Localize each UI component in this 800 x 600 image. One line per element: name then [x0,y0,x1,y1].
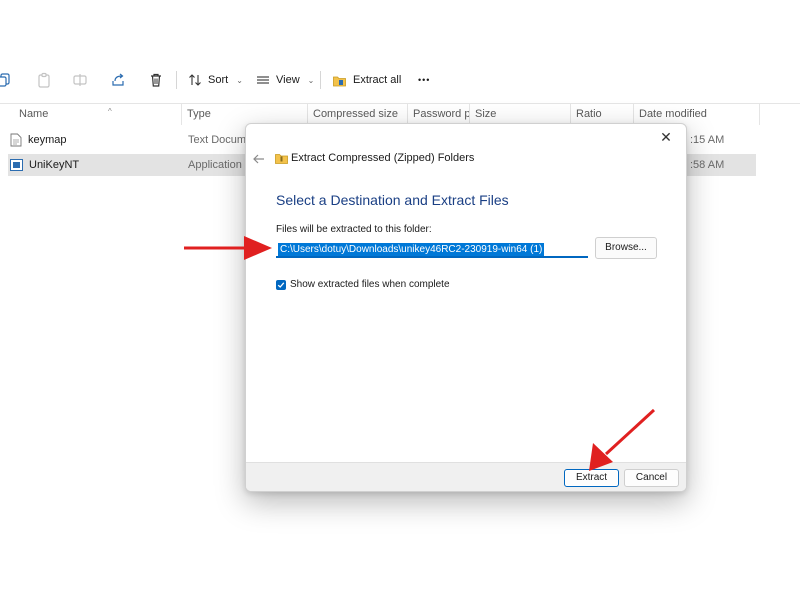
more-options-button[interactable]: ••• [418,69,430,91]
chevron-down-icon: ⌄ [307,75,315,85]
column-password-protected[interactable]: Password p... [408,103,470,125]
dialog-footer: Extract Cancel [246,462,686,491]
chevron-down-icon: ⌄ [236,75,243,85]
column-type[interactable]: Type [182,103,308,125]
browse-button[interactable]: Browse... [595,237,657,259]
file-type: Application [188,159,242,171]
destination-path-value: C:\Users\dotuy\Downloads\unikey46RC2-230… [278,243,545,256]
destination-label: Files will be extracted to this folder: [276,224,432,235]
view-label: View [276,74,300,86]
share-icon [112,73,124,86]
rename-button[interactable] [72,69,88,91]
column-header: Name ^ Type Compressed size Password p..… [0,103,800,125]
column-ratio[interactable]: Ratio [571,103,634,125]
copy-button[interactable] [0,69,12,91]
checkmark-icon [277,281,285,288]
sort-label: Sort [208,74,229,86]
extract-all-button[interactable]: Extract all [332,69,401,91]
file-name: UniKeyNT [29,159,80,171]
view-button[interactable]: View ⌄ [256,69,314,91]
delete-button[interactable] [148,69,164,91]
file-name: keymap [28,134,67,146]
show-files-option[interactable]: Show extracted files when complete [276,279,450,290]
sort-ascending-icon: ^ [108,107,112,116]
file-date: :58 AM [690,159,725,171]
paste-button[interactable] [36,69,52,91]
file-date: :15 AM [690,134,725,146]
delete-icon [151,73,161,87]
copy-icon [0,73,10,87]
back-arrow-icon[interactable] [252,152,266,166]
sort-icon [189,74,201,86]
zip-folder-icon [275,154,288,164]
close-icon[interactable]: ✕ [658,130,674,146]
show-files-label: Show extracted files when complete [290,279,450,290]
extract-dialog: ✕ Extract Compressed (Zipped) Folders Se… [245,123,687,492]
share-button[interactable] [110,69,126,91]
column-size[interactable]: Size [470,103,571,125]
application-icon [10,159,23,171]
sort-button[interactable]: Sort ⌄ [188,69,243,91]
column-name[interactable]: Name ^ [14,103,182,125]
column-date-modified[interactable]: Date modified [634,103,760,125]
cancel-button[interactable]: Cancel [624,469,679,487]
dialog-title: Extract Compressed (Zipped) Folders [291,152,475,164]
column-compressed-size[interactable]: Compressed size [308,103,408,125]
toolbar-divider [320,71,321,89]
text-file-icon [10,133,22,147]
paste-icon [38,72,50,88]
extract-all-label: Extract all [353,74,402,86]
destination-path-input[interactable]: C:\Users\dotuy\Downloads\unikey46RC2-230… [276,239,588,258]
show-files-checkbox[interactable] [276,279,286,290]
rename-icon [73,74,87,86]
extract-all-icon [333,76,346,86]
toolbar-divider [176,71,177,89]
dialog-heading: Select a Destination and Extract Files [276,192,509,208]
extract-button[interactable]: Extract [564,469,619,487]
more-icon: ••• [418,75,431,85]
explorer-toolbar: Sort ⌄ View ⌄ Extract all ••• [0,55,800,104]
view-icon [257,76,269,84]
